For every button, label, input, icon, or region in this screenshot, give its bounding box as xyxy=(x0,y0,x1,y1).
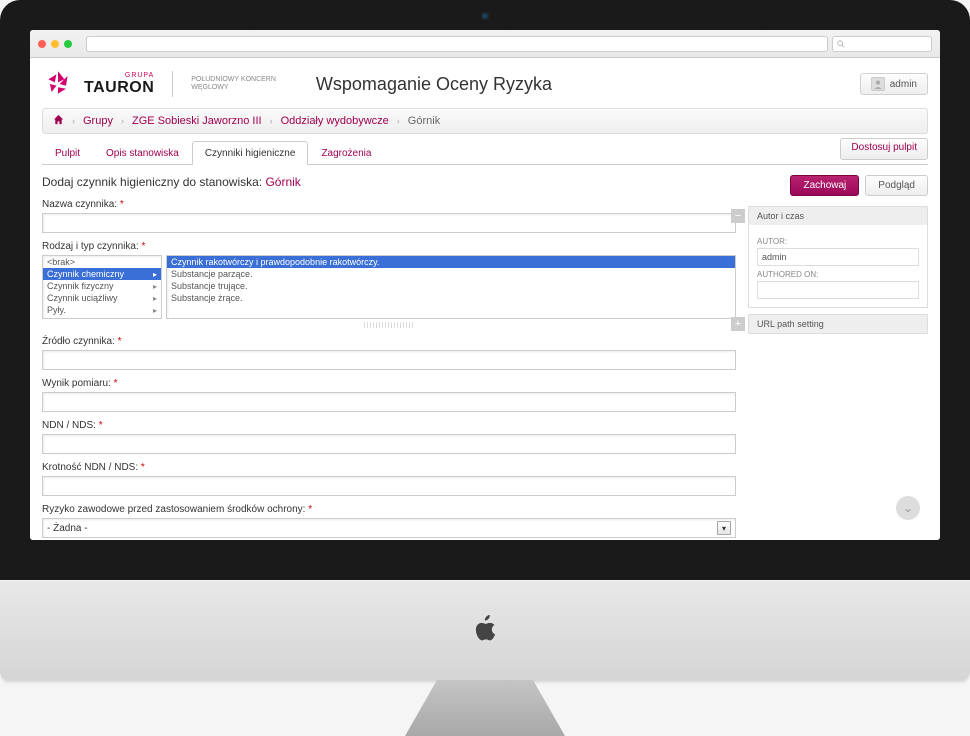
label-krotnosc: Krotność NDN / NDS: * xyxy=(42,462,736,473)
browser-search-input[interactable] xyxy=(832,36,932,52)
save-button[interactable]: Zachowaj xyxy=(790,175,859,196)
panel-title: Autor i czas xyxy=(757,211,804,221)
listbox-rodzaj[interactable]: <brak> Czynnik chemiczny▸ Czynnik fizycz… xyxy=(42,255,162,319)
input-autor[interactable] xyxy=(757,248,919,266)
input-zrodlo[interactable] xyxy=(42,350,736,370)
browser-toolbar xyxy=(30,30,940,58)
input-nazwa[interactable] xyxy=(42,213,736,233)
logo-grupa: GRUPA xyxy=(84,72,154,79)
home-icon[interactable] xyxy=(53,114,64,128)
preview-button[interactable]: Podgląd xyxy=(865,175,928,196)
tab-zagrozenia[interactable]: Zagrożenia xyxy=(308,141,384,165)
app-title: Wspomaganie Oceny Ryzyka xyxy=(316,74,552,95)
user-name: admin xyxy=(890,79,917,90)
label-ryzyko: Ryzyko zawodowe przed zastosowaniem środ… xyxy=(42,504,736,515)
list-item[interactable]: Pyły.▸ xyxy=(43,304,161,316)
input-ndn[interactable] xyxy=(42,434,736,454)
list-item[interactable]: Czynnik fizyczny▸ xyxy=(43,280,161,292)
panel-title: URL path setting xyxy=(757,319,824,329)
chevron-down-icon: ▾ xyxy=(717,521,731,535)
expand-icon[interactable]: + xyxy=(731,317,745,331)
logo-subtitle: POŁUDNIOWY KONCERN WĘGLOWY xyxy=(191,76,276,93)
label-rodzaj: Rodzaj i typ czynnika: * xyxy=(42,241,736,252)
window-close-icon[interactable] xyxy=(38,40,46,48)
monitor-stand xyxy=(405,680,565,736)
url-input[interactable] xyxy=(86,36,828,52)
input-wynik[interactable] xyxy=(42,392,736,412)
list-item[interactable]: <brak> xyxy=(43,256,161,268)
input-krotnosc[interactable] xyxy=(42,476,736,496)
breadcrumb-current: Górnik xyxy=(408,115,440,127)
select-ryzyko[interactable]: - Żadna - ▾ xyxy=(42,518,736,538)
label-autor: AUTOR: xyxy=(757,237,919,246)
input-authored-on[interactable] xyxy=(757,281,919,299)
breadcrumb: › Grupy › ZGE Sobieski Jaworzno III › Od… xyxy=(42,108,928,134)
apple-logo-icon xyxy=(472,615,498,645)
label-zrodlo: Źródło czynnika: * xyxy=(42,336,736,347)
list-item[interactable]: Substancje trujące. xyxy=(167,280,735,292)
breadcrumb-link[interactable]: Oddziały wydobywcze xyxy=(281,115,389,127)
scroll-down-icon[interactable]: ⌄ xyxy=(896,496,920,520)
panel-url: + URL path setting xyxy=(748,314,928,334)
label-wynik: Wynik pomiaru: * xyxy=(42,378,736,389)
label-nazwa: Nazwa czynnika: * xyxy=(42,199,736,210)
camera-icon xyxy=(481,12,489,20)
tab-czynniki[interactable]: Czynniki higieniczne xyxy=(192,141,309,165)
brand-logo: GRUPA TAURON POŁUDNIOWY KONCERN WĘGLOWY … xyxy=(42,68,552,100)
customize-button[interactable]: Dostosuj pulpit xyxy=(840,138,928,160)
form-title: Dodaj czynnik higieniczny do stanowiska:… xyxy=(42,175,736,189)
breadcrumb-link[interactable]: ZGE Sobieski Jaworzno III xyxy=(132,115,262,127)
resize-handle[interactable] xyxy=(364,322,414,328)
tabs: Pulpit Opis stanowiska Czynniki higienic… xyxy=(42,140,928,165)
collapse-icon[interactable]: − xyxy=(731,209,745,223)
search-icon xyxy=(837,40,845,48)
list-item[interactable]: Czynnik rakotwórczy i prawdopodobnie rak… xyxy=(167,256,735,268)
list-item[interactable]: Substancje parzące. xyxy=(167,268,735,280)
breadcrumb-link[interactable]: Grupy xyxy=(83,115,113,127)
user-menu-button[interactable]: admin xyxy=(860,73,928,95)
list-item[interactable]: Substancje żrące. xyxy=(167,292,735,304)
breadcrumb-sep: › xyxy=(72,116,75,126)
logo-name: TAURON xyxy=(84,79,154,97)
tab-opis[interactable]: Opis stanowiska xyxy=(93,141,192,165)
list-item[interactable]: Czynnik chemiczny▸ xyxy=(43,268,161,280)
tab-pulpit[interactable]: Pulpit xyxy=(42,141,93,165)
window-minimize-icon[interactable] xyxy=(51,40,59,48)
tauron-logo-icon xyxy=(42,68,74,100)
panel-autor: − Autor i czas AUTOR: AUTHORED ON: xyxy=(748,206,928,308)
label-ndn: NDN / NDS: * xyxy=(42,420,736,431)
window-zoom-icon[interactable] xyxy=(64,40,72,48)
avatar-icon xyxy=(871,77,885,91)
logo-divider xyxy=(172,71,173,97)
list-item[interactable]: Czynnik uciążliwy▸ xyxy=(43,292,161,304)
listbox-typ[interactable]: Czynnik rakotwórczy i prawdopodobnie rak… xyxy=(166,255,736,319)
monitor-chin xyxy=(0,580,970,680)
label-authored-on: AUTHORED ON: xyxy=(757,270,919,279)
